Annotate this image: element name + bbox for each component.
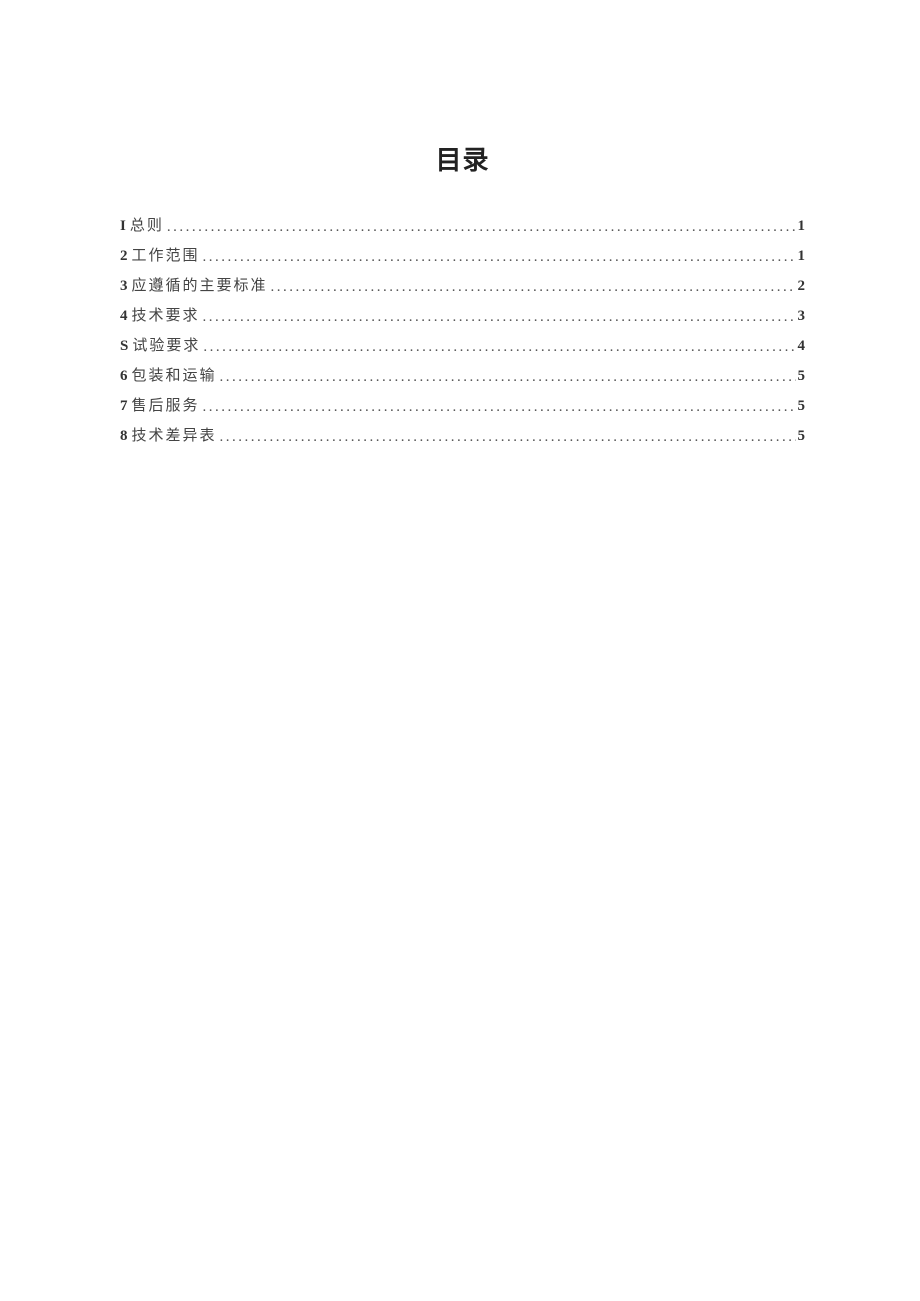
toc-dot-leader (217, 370, 796, 385)
table-of-contents: I 总则 1 2 工作范围 1 3 应遵循的主要标准 2 4 技术要求 3 S … (120, 219, 805, 444)
toc-dot-leader (200, 400, 796, 415)
toc-entry-label: 售后服务 (132, 399, 200, 414)
toc-entry-label: 技术差异表 (132, 429, 217, 444)
toc-entry-number: S (120, 339, 128, 354)
document-page: 目录 I 总则 1 2 工作范围 1 3 应遵循的主要标准 2 4 技术要求 3… (0, 0, 920, 1301)
toc-entry-label: 应遵循的主要标准 (132, 279, 268, 294)
toc-entry-label: 工作范围 (132, 249, 200, 264)
toc-entry-number: 3 (120, 279, 128, 294)
toc-entry-label: 试验要求 (132, 339, 200, 354)
toc-entry-number: 6 (120, 369, 128, 384)
toc-entry[interactable]: S 试验要求 4 (120, 339, 805, 354)
toc-dot-leader (164, 220, 796, 235)
toc-dot-leader (200, 250, 796, 265)
toc-entry-page: 2 (798, 279, 806, 294)
toc-entry-number: 4 (120, 309, 128, 324)
toc-entry-page: 3 (798, 309, 806, 324)
page-title: 目录 (120, 140, 805, 177)
toc-dot-leader (217, 430, 796, 445)
toc-entry-page: 5 (798, 369, 806, 384)
toc-entry[interactable]: 6 包装和运输 5 (120, 369, 805, 384)
toc-entry-page: 1 (798, 219, 806, 234)
toc-entry-number: 2 (120, 249, 128, 264)
toc-entry[interactable]: 3 应遵循的主要标准 2 (120, 279, 805, 294)
toc-entry-number: 7 (120, 399, 128, 414)
toc-entry-number: 8 (120, 429, 128, 444)
toc-entry[interactable]: 8 技术差异表 5 (120, 429, 805, 444)
toc-entry-page: 1 (798, 249, 806, 264)
toc-entry-page: 4 (798, 339, 806, 354)
toc-entry[interactable]: 2 工作范围 1 (120, 249, 805, 264)
toc-entry-number: I (120, 219, 126, 234)
toc-entry[interactable]: 4 技术要求 3 (120, 309, 805, 324)
toc-entry-label: 包装和运输 (132, 369, 217, 384)
toc-entry[interactable]: I 总则 1 (120, 219, 805, 234)
toc-entry-label: 总则 (130, 219, 164, 234)
toc-dot-leader (200, 310, 796, 325)
toc-entry-label: 技术要求 (132, 309, 200, 324)
toc-dot-leader (200, 340, 795, 355)
toc-entry[interactable]: 7 售后服务 5 (120, 399, 805, 414)
toc-entry-page: 5 (798, 429, 806, 444)
toc-entry-page: 5 (798, 399, 806, 414)
toc-dot-leader (268, 280, 796, 295)
